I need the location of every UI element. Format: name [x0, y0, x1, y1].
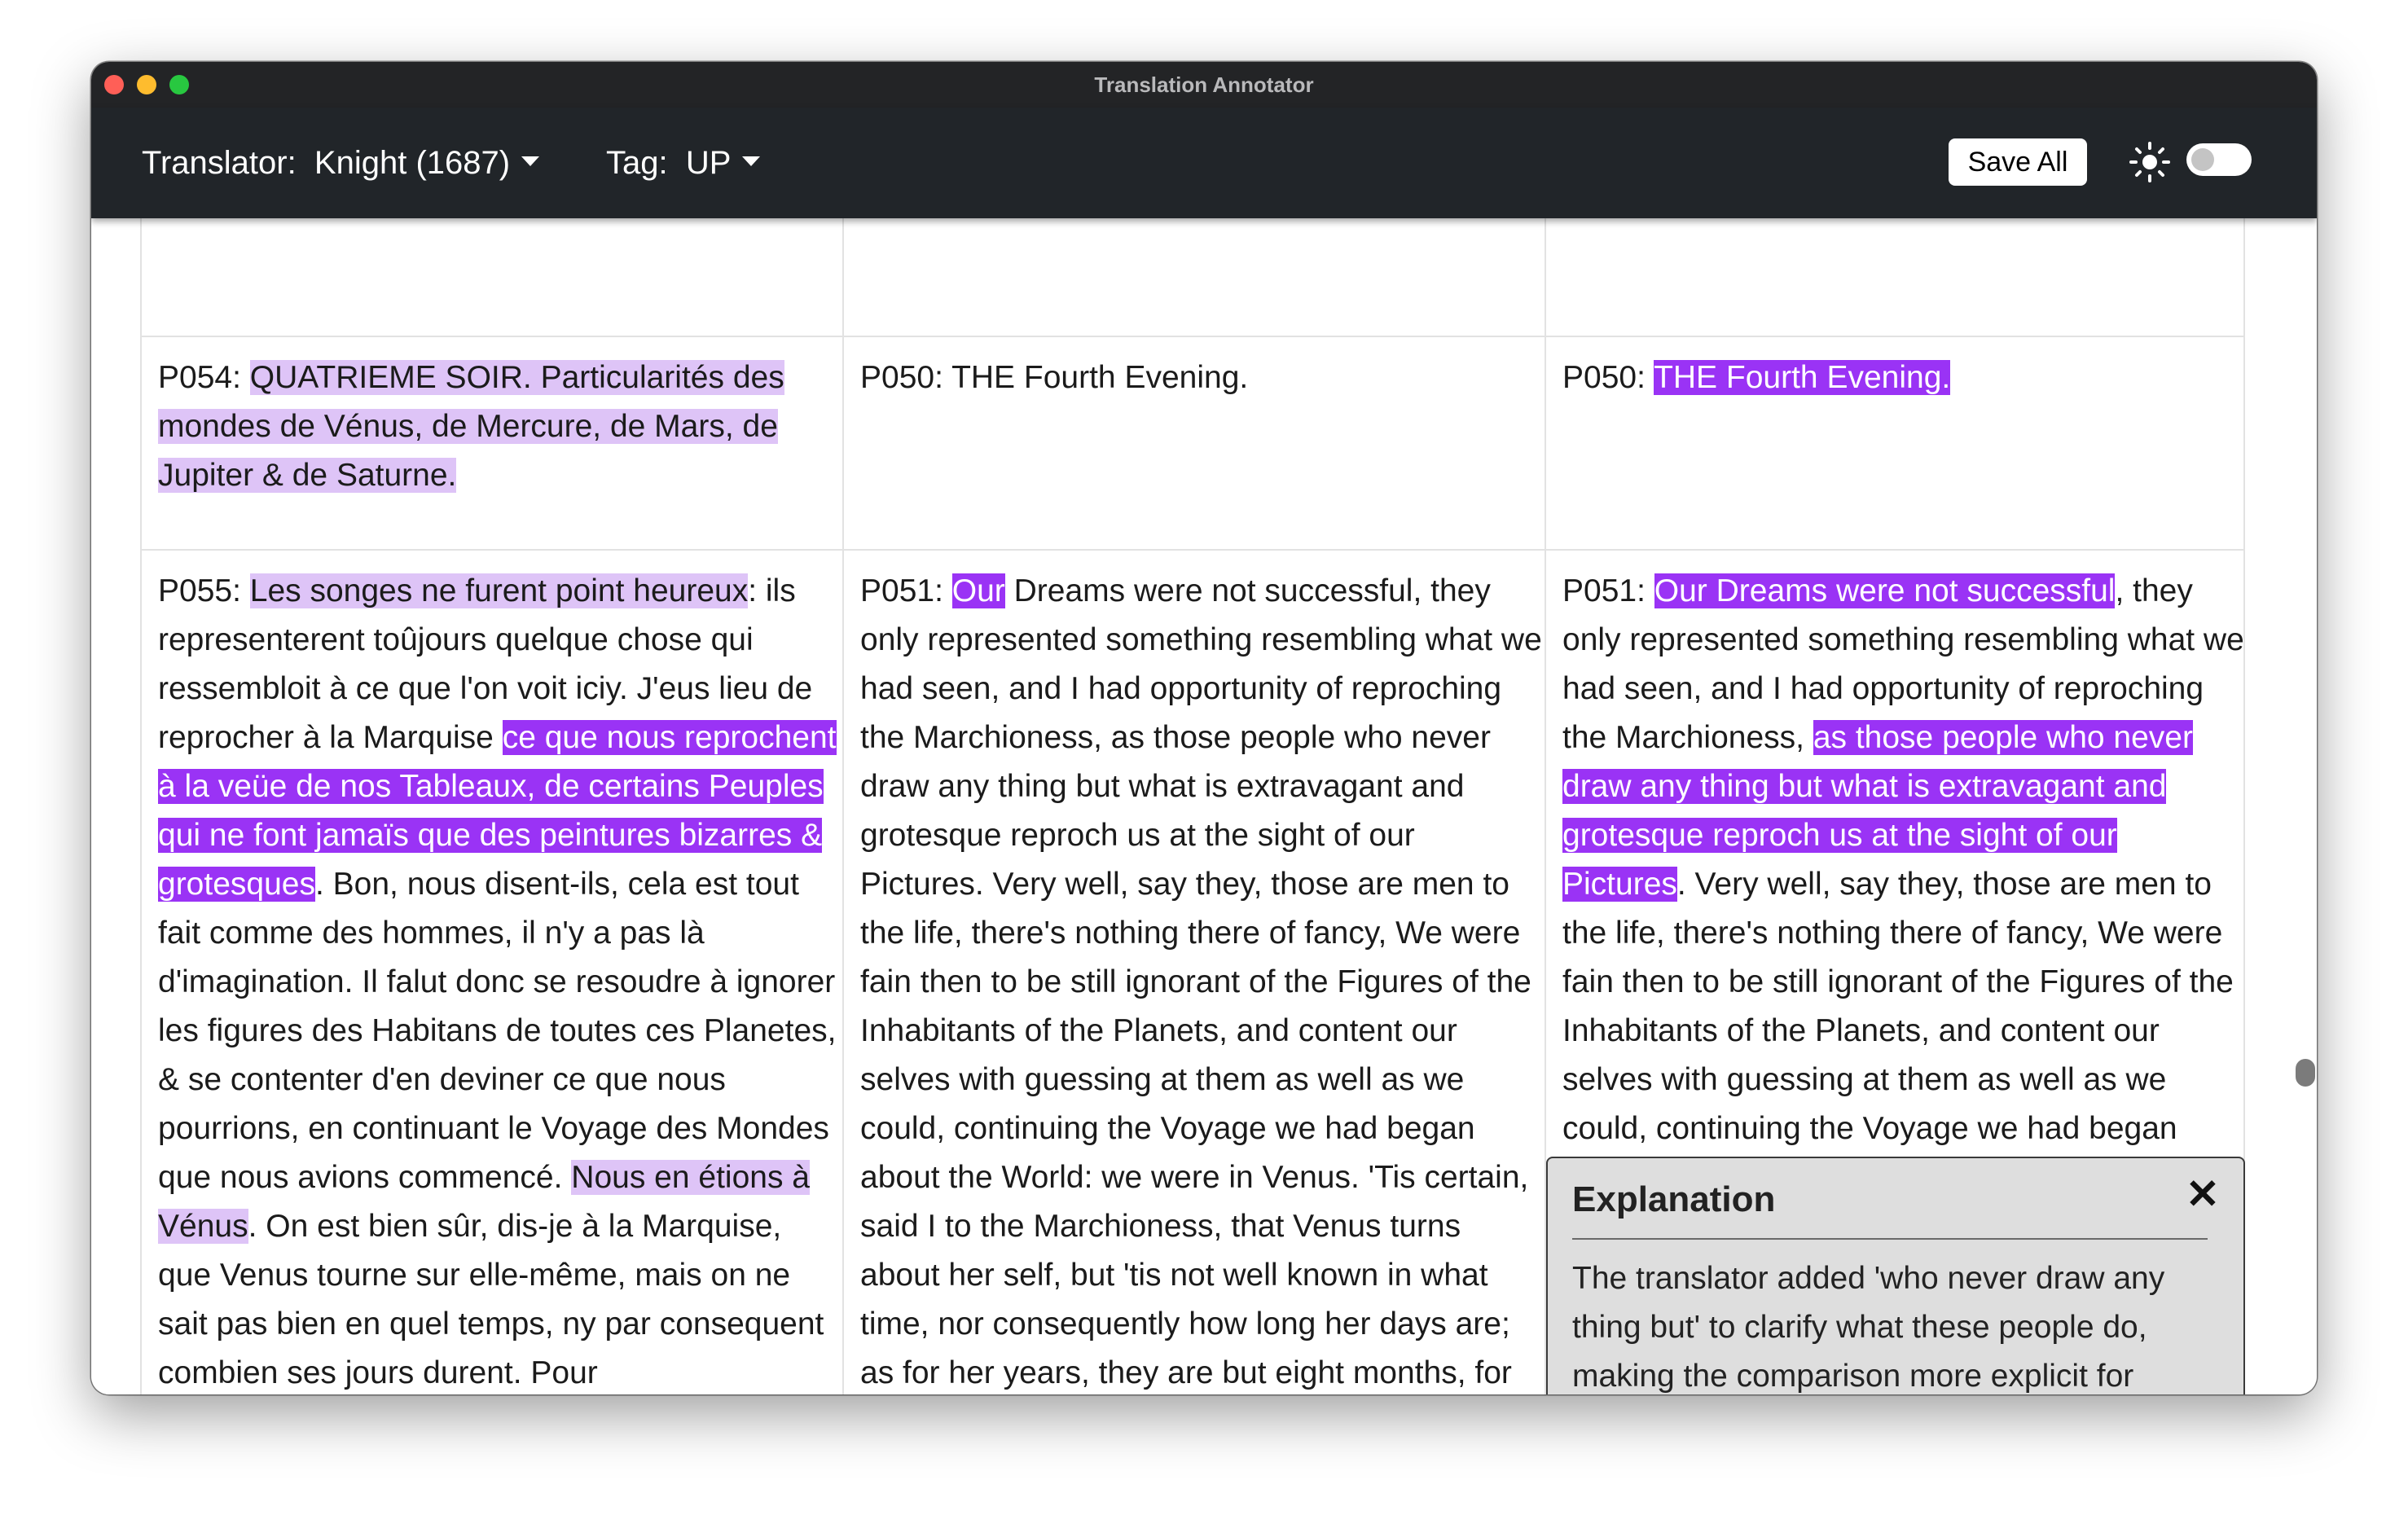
translator-dropdown[interactable]: Translator: Knight (1687)	[142, 108, 540, 218]
paragraph-id: P050:	[1562, 360, 1654, 395]
tag-label: Tag:	[606, 145, 668, 181]
original-cell: P055: Les songes ne furent point heureux…	[158, 567, 842, 1394]
window-title: Translation Annotator	[1094, 72, 1314, 97]
translation-cell: P050: THE Fourth Evening.	[860, 354, 1545, 402]
save-all-button[interactable]: Save All	[1949, 138, 2087, 186]
annotated-cell: P050: THE Fourth Evening.	[1562, 354, 2247, 402]
explanation-popup: Explanation ✕ The translator added 'who …	[1546, 1157, 2245, 1394]
original-cell: P054: QUATRIEME SOIR. Particularités des…	[158, 354, 842, 500]
popup-divider	[1572, 1238, 2208, 1240]
tag-value: UP	[685, 145, 732, 181]
app-window: Translation Annotator Translator: Knight…	[91, 62, 2317, 1394]
highlighted-segment[interactable]: Les songes ne furent point heureux	[249, 573, 749, 608]
annotation-table: P054: QUATRIEME SOIR. Particularités des…	[91, 218, 2317, 1394]
toggle-knob	[2191, 148, 2214, 171]
tag-dropdown[interactable]: Tag: UP	[606, 108, 761, 218]
highlighted-segment[interactable]: Our Dreams were not successful	[1654, 573, 2116, 608]
toolbar: Translator: Knight (1687) Tag: UP Save A…	[91, 108, 2317, 218]
title-bar: Translation Annotator	[91, 62, 2317, 108]
text-segment: . On est bien sûr, dis-je à la Marquise,…	[158, 1209, 824, 1390]
column-divider	[842, 218, 844, 1394]
translator-value: Knight (1687)	[314, 145, 511, 181]
translation-cell: P051: Our Dreams were not successful, th…	[860, 567, 1545, 1394]
paragraph-id: P055:	[158, 573, 250, 608]
sun-icon[interactable]	[2128, 140, 2172, 184]
paragraph-id: P051:	[1562, 573, 1654, 608]
scrollbar-thumb[interactable]	[2296, 1059, 2315, 1087]
paragraph-id: P051:	[860, 573, 952, 608]
popup-title: Explanation	[1572, 1179, 1776, 1219]
row-divider	[140, 549, 2245, 551]
text-segment: THE Fourth Evening.	[951, 360, 1249, 395]
paragraph-id: P050:	[860, 360, 952, 395]
highlighted-segment[interactable]: QUATRIEME SOIR. Particularités des monde…	[158, 360, 784, 493]
highlighted-segment[interactable]: Our	[951, 573, 1005, 608]
popup-body: The translator added 'who never draw any…	[1572, 1261, 2165, 1394]
column-divider	[140, 218, 142, 1394]
highlighted-segment[interactable]: THE Fourth Evening.	[1654, 360, 1951, 395]
paragraph-id: P054:	[158, 360, 250, 395]
translator-label: Translator:	[142, 145, 297, 181]
theme-toggle[interactable]	[2186, 143, 2252, 176]
chevron-down-icon	[742, 156, 761, 167]
text-segment: . Bon, nous disent-ils, cela est tout fa…	[158, 867, 837, 1195]
close-icon[interactable]: ✕	[2185, 1174, 2221, 1214]
chevron-down-icon	[521, 156, 540, 167]
text-segment: Dreams were not successful, they only re…	[860, 573, 1542, 1390]
row-divider	[140, 336, 2245, 337]
